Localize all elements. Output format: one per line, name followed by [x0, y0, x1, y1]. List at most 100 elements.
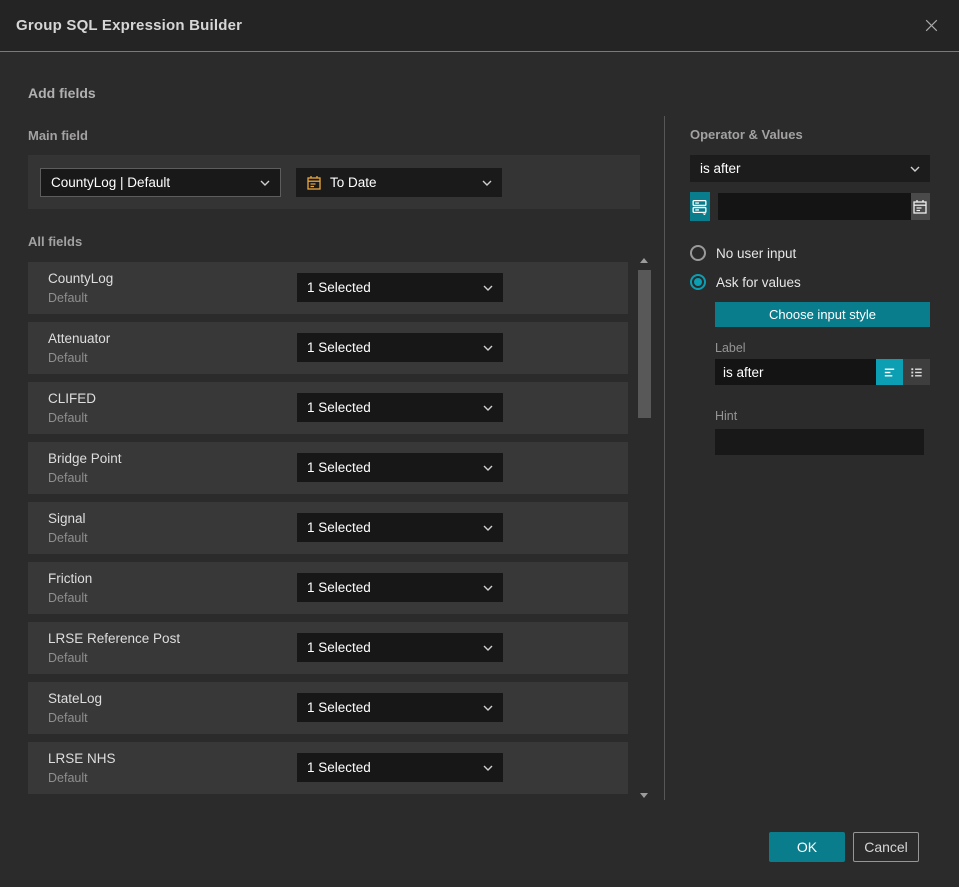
- close-button[interactable]: [919, 14, 943, 38]
- field-row: LRSE NHS Default 1 Selected: [28, 742, 628, 794]
- chevron-down-icon: [483, 705, 493, 711]
- main-field-value-label: To Date: [330, 175, 377, 190]
- field-subtitle: Default: [48, 411, 88, 425]
- main-field-panel: CountyLog | Default To Date: [28, 155, 640, 209]
- footer: OK Cancel: [769, 832, 919, 862]
- operator-values-heading: Operator & Values: [690, 127, 803, 142]
- field-selected-dropdown[interactable]: 1 Selected: [297, 273, 503, 302]
- field-subtitle: Default: [48, 591, 88, 605]
- label-input[interactable]: [715, 359, 876, 385]
- field-selected-dropdown[interactable]: 1 Selected: [297, 513, 503, 542]
- main-field-value-select[interactable]: To Date: [296, 168, 502, 197]
- field-row: Bridge Point Default 1 Selected: [28, 442, 628, 494]
- field-subtitle: Default: [48, 711, 88, 725]
- close-icon: [925, 19, 937, 32]
- chevron-down-icon: [483, 285, 493, 291]
- chevron-down-icon: [483, 465, 493, 471]
- field-subtitle: Default: [48, 771, 88, 785]
- field-row: CountyLog Default 1 Selected: [28, 262, 628, 314]
- main-field-select[interactable]: CountyLog | Default: [40, 168, 281, 197]
- group-sql-expression-builder-dialog: Group SQL Expression Builder Add fields …: [0, 0, 959, 887]
- value-input-type-button[interactable]: [690, 192, 710, 221]
- panel-divider: [664, 116, 665, 800]
- field-name: CLIFED: [48, 391, 97, 406]
- hint-input[interactable]: [715, 429, 924, 455]
- radio-label: Ask for values: [716, 274, 801, 290]
- field-subtitle: Default: [48, 471, 88, 485]
- operator-select[interactable]: is after: [690, 155, 930, 182]
- ok-button[interactable]: OK: [769, 832, 845, 862]
- field-subtitle: Default: [48, 351, 88, 365]
- field-name: LRSE Reference Post: [48, 631, 181, 646]
- field-name: Friction: [48, 571, 93, 586]
- chevron-down-icon: [483, 345, 493, 351]
- field-row: Attenuator Default 1 Selected: [28, 322, 628, 374]
- operator-select-label: is after: [700, 161, 741, 176]
- scroll-down-arrow-icon[interactable]: [640, 793, 648, 798]
- field-selected-dropdown[interactable]: 1 Selected: [297, 693, 503, 722]
- scroll-up-arrow-icon[interactable]: [640, 258, 648, 263]
- radio-no-user-input[interactable]: No user input: [690, 245, 930, 261]
- field-row: CLIFED Default 1 Selected: [28, 382, 628, 434]
- chevron-down-icon: [483, 525, 493, 531]
- field-selected-dropdown[interactable]: 1 Selected: [297, 393, 503, 422]
- field-subtitle: Default: [48, 291, 88, 305]
- field-selected-label: 1 Selected: [307, 520, 371, 535]
- cancel-button[interactable]: Cancel: [853, 832, 919, 862]
- stacked-value-rows-icon: [692, 200, 707, 215]
- field-selected-label: 1 Selected: [307, 400, 371, 415]
- list-scrollbar[interactable]: [637, 256, 652, 800]
- field-selected-label: 1 Selected: [307, 700, 371, 715]
- choose-input-style-button[interactable]: Choose input style: [715, 302, 930, 327]
- chevron-down-icon: [483, 405, 493, 411]
- field-row: StateLog Default 1 Selected: [28, 682, 628, 734]
- field-row: Signal Default 1 Selected: [28, 502, 628, 554]
- radio-label: No user input: [716, 245, 797, 261]
- all-fields-list: CountyLog Default 1 Selected Attenuator …: [28, 262, 628, 802]
- radio-unchecked-icon: [690, 245, 706, 261]
- main-field-heading: Main field: [28, 128, 88, 143]
- titlebar: Group SQL Expression Builder: [0, 0, 959, 52]
- main-field-select-label: CountyLog | Default: [51, 175, 171, 190]
- operator-values-panel: Operator & Values is after No user input…: [690, 127, 930, 455]
- chevron-down-icon: [910, 166, 920, 172]
- field-selected-label: 1 Selected: [307, 460, 371, 475]
- field-selected-dropdown[interactable]: 1 Selected: [297, 453, 503, 482]
- label-field-label: Label: [715, 341, 746, 355]
- align-left-lines-icon: [884, 368, 895, 376]
- field-name: Signal: [48, 511, 86, 526]
- date-picker-button[interactable]: [910, 193, 930, 220]
- field-selected-dropdown[interactable]: 1 Selected: [297, 333, 503, 362]
- chevron-down-icon: [483, 585, 493, 591]
- field-selected-dropdown[interactable]: 1 Selected: [297, 573, 503, 602]
- field-name: LRSE NHS: [48, 751, 116, 766]
- field-subtitle: Default: [48, 531, 88, 545]
- chevron-down-icon: [483, 765, 493, 771]
- radio-checked-icon: [690, 274, 706, 290]
- value-row: [690, 192, 930, 221]
- field-selected-dropdown[interactable]: 1 Selected: [297, 633, 503, 662]
- chevron-down-icon: [483, 645, 493, 651]
- field-row: LRSE Reference Post Default 1 Selected: [28, 622, 628, 674]
- bulleted-list-icon: [911, 367, 922, 377]
- dialog-title: Group SQL Expression Builder: [16, 17, 243, 34]
- field-row: Friction Default 1 Selected: [28, 562, 628, 614]
- label-row: [715, 359, 930, 385]
- list-style-button[interactable]: [903, 359, 930, 385]
- scrollbar-thumb[interactable]: [638, 270, 651, 418]
- field-name: CountyLog: [48, 271, 114, 286]
- field-selected-label: 1 Selected: [307, 280, 371, 295]
- calendar-icon: [307, 175, 321, 190]
- radio-ask-for-values[interactable]: Ask for values: [690, 274, 930, 290]
- field-name: Attenuator: [48, 331, 111, 346]
- chevron-down-icon: [482, 180, 492, 186]
- hint-field-label: Hint: [715, 409, 738, 423]
- value-input[interactable]: [717, 193, 911, 220]
- field-selected-label: 1 Selected: [307, 640, 371, 655]
- single-line-style-button[interactable]: [876, 359, 903, 385]
- field-selected-dropdown[interactable]: 1 Selected: [297, 753, 503, 782]
- calendar-icon: [913, 199, 928, 214]
- chevron-down-icon: [260, 180, 270, 186]
- field-selected-label: 1 Selected: [307, 340, 371, 355]
- field-selected-label: 1 Selected: [307, 580, 371, 595]
